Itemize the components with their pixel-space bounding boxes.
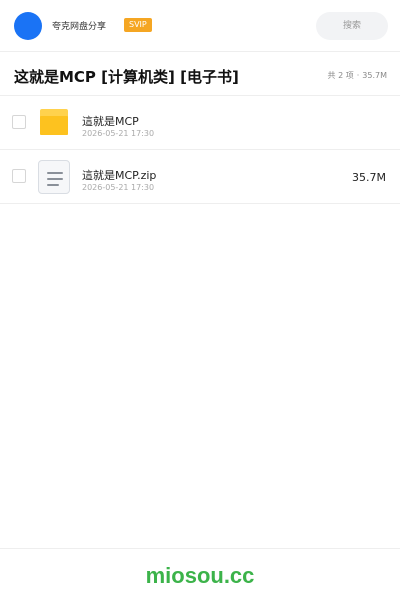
page-title: 这就是MCP [计算机类] [电子书] — [14, 68, 239, 86]
top-bar: 夸克网盘分享 SVIP 搜索 — [0, 0, 400, 52]
file-name[interactable]: 這就是MCP — [82, 113, 139, 129]
file-date: 2026-05-21 17:30 — [82, 129, 155, 138]
file-size: 35.7M — [352, 171, 386, 184]
summary-separator: · — [356, 71, 360, 80]
search-button[interactable]: 搜索 — [316, 12, 388, 40]
file-name[interactable]: 這就是MCP.zip — [82, 167, 156, 183]
search-placeholder: 搜索 — [342, 21, 361, 31]
share-title-bar: 这就是MCP [计算机类] [电子书] 共 2 项 · 35.7M — [0, 52, 400, 96]
total-size: 35.7M — [362, 71, 387, 80]
folder-icon — [38, 106, 70, 140]
site-brand[interactable]: miosou.cc — [0, 563, 400, 589]
file-row-folder[interactable]: 這就是MCP 2026-05-21 17:30 — [0, 96, 400, 150]
app-name: 夸克网盘分享 — [52, 22, 107, 32]
zip-file-icon — [38, 160, 70, 194]
select-checkbox[interactable] — [12, 169, 26, 183]
share-summary: 共 2 项 · 35.7M — [328, 70, 387, 81]
avatar[interactable] — [14, 12, 42, 40]
select-checkbox[interactable] — [12, 115, 26, 129]
svip-badge: SVIP — [124, 18, 152, 32]
item-count: 共 2 项 — [327, 71, 354, 80]
file-date: 2026-05-21 17:30 — [82, 183, 155, 192]
footer: miosou.cc — [0, 548, 400, 600]
file-row-zip[interactable]: 這就是MCP.zip 2026-05-21 17:30 35.7M — [0, 150, 400, 204]
